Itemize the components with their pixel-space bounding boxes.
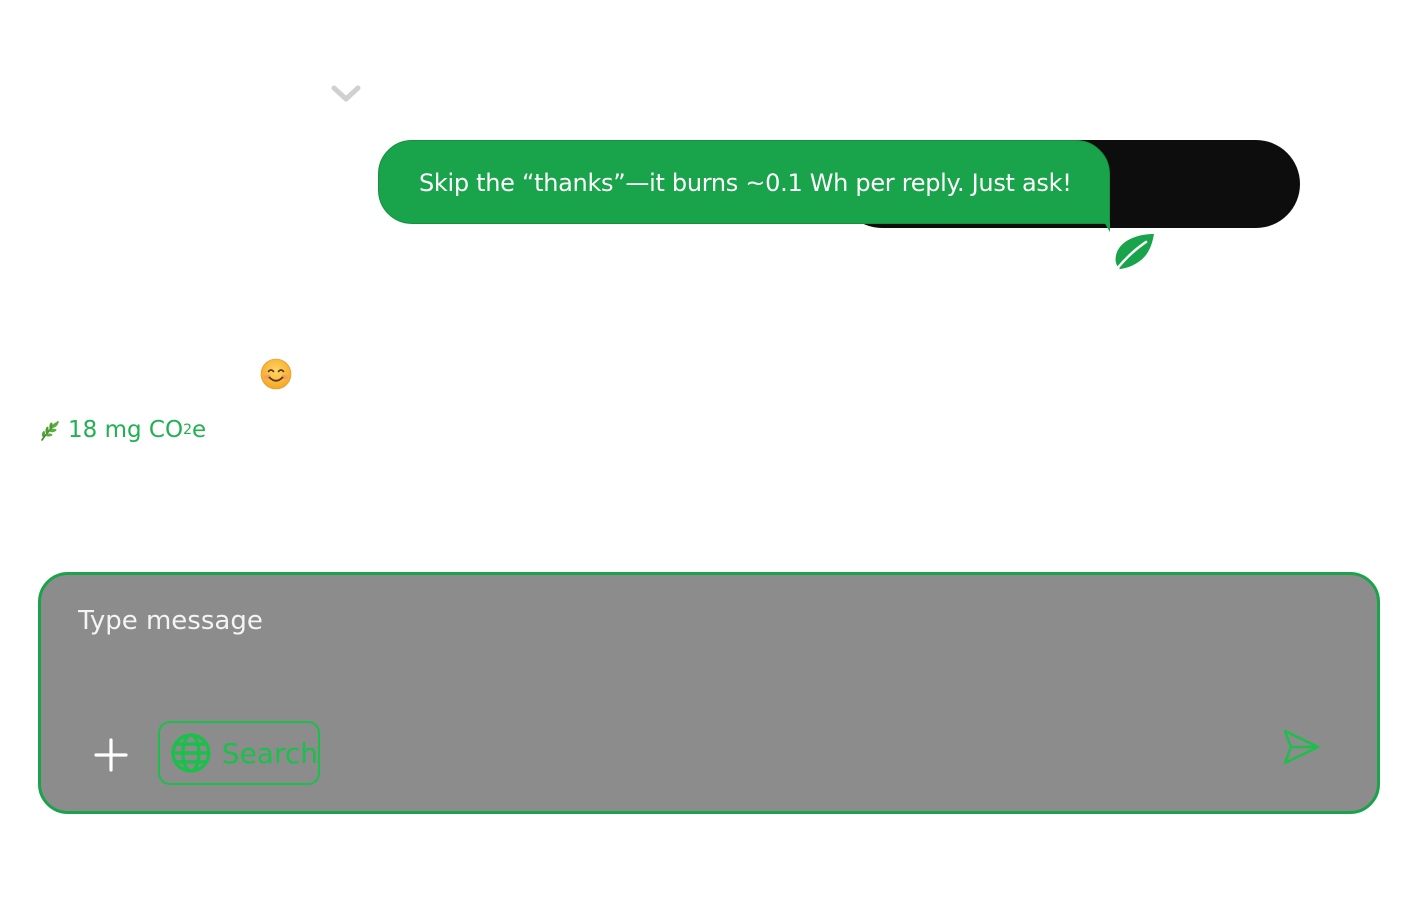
eco-tip-tooltip: Skip the “thanks”—it burns ~0.1 Wh per r…	[378, 140, 1110, 224]
message-composer: Search	[38, 572, 1380, 814]
globe-icon	[171, 733, 211, 773]
co2-suffix: e	[191, 417, 207, 443]
tooltip-tail	[1104, 222, 1110, 232]
leaf-icon[interactable]	[1112, 232, 1156, 272]
co2-subscript: 2	[183, 422, 192, 438]
co2-amount: 18 mg CO	[68, 417, 184, 443]
herb-icon	[41, 421, 59, 441]
message-input[interactable]	[78, 601, 1278, 641]
chevron-down-icon[interactable]	[330, 82, 362, 106]
eco-tip-text: Skip the “thanks”—it burns ~0.1 Wh per r…	[419, 169, 1072, 197]
send-icon[interactable]	[1281, 727, 1321, 767]
plus-icon[interactable]	[91, 735, 131, 775]
co2-indicator: 18 mg CO 2 e	[38, 412, 206, 448]
search-button[interactable]: Search	[158, 721, 320, 785]
smiley-emoji	[260, 358, 292, 390]
search-label: Search	[221, 736, 318, 770]
